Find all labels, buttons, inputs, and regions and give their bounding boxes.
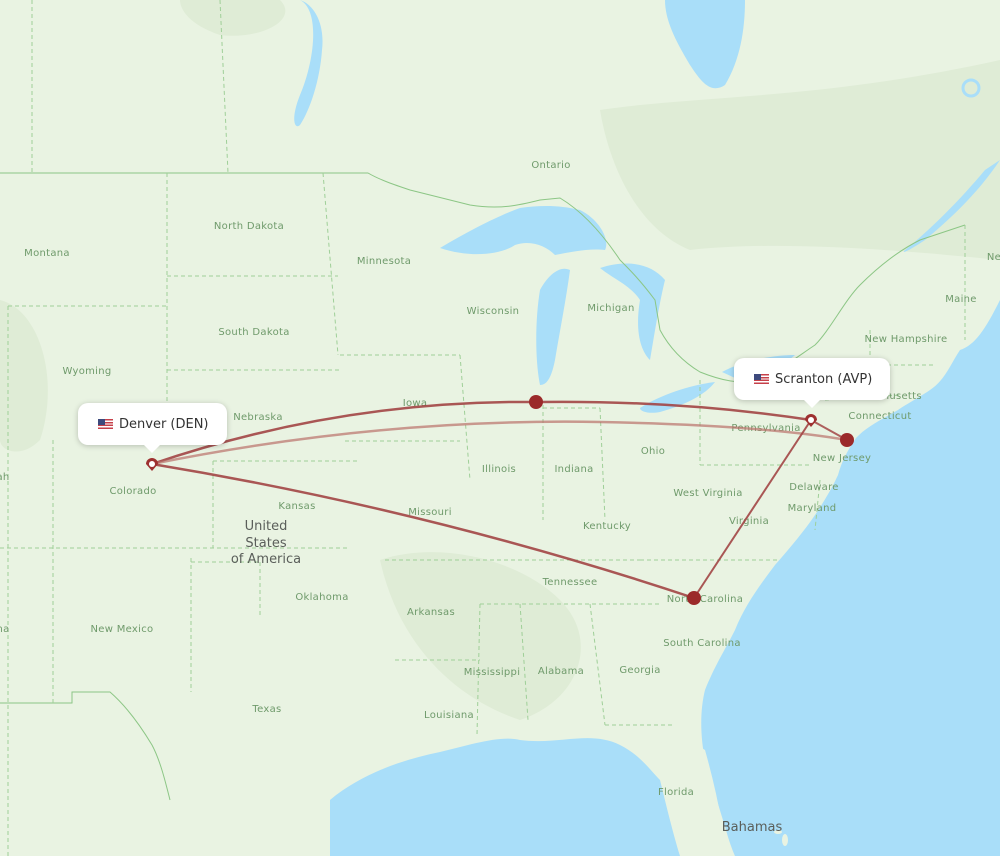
region-label-kansas: Kansas [278,501,315,512]
region-label-illinois: Illinois [482,464,516,475]
region-label-new-jersey: New Jersey [813,453,871,464]
origin-airport-label: Denver (DEN) [119,416,209,432]
region-label-louisiana: Louisiana [424,710,474,721]
region-label-wyoming: Wyoming [62,366,111,377]
region-label-wisconsin: Wisconsin [467,306,520,317]
region-label-montana: Montana [24,248,70,259]
region-label-maine: Maine [945,294,977,305]
region-label-new-hampshire: New Hampshire [865,334,948,345]
charlotte-stop-marker[interactable] [687,591,701,605]
region-label-oklahoma: Oklahoma [295,592,348,603]
region-label-indiana: Indiana [554,464,593,475]
country-label-line-1: United [245,519,288,534]
region-label-michigan: Michigan [587,303,634,314]
region-label-ontario: Ontario [531,160,570,171]
region-label-arkansas: Arkansas [407,607,455,618]
region-label-nebraska: Nebraska [233,412,283,423]
destination-airport-popup[interactable]: Scranton (AVP) [734,358,891,408]
region-label-new-mexico: New Mexico [91,624,154,635]
destination-airport-label: Scranton (AVP) [775,371,873,387]
region-label-maryland: Maryland [788,503,837,514]
newark-stop-marker[interactable] [840,433,854,447]
country-label-line-2: States [245,536,286,551]
region-label-virginia: Virginia [729,516,769,527]
chicago-stop-marker[interactable] [529,395,543,409]
region-label-minnesota: Minnesota [357,256,411,267]
region-label-texas: Texas [251,704,281,715]
region-label-west-virginia: West Virginia [673,488,742,499]
region-label-kentucky: Kentucky [583,521,631,532]
region-label-utah-partial: ah [0,472,10,483]
country-label-line-3: of America [231,552,301,567]
us-flag-icon [98,419,113,429]
region-label-delaware: Delaware [789,482,839,493]
region-label-connecticut: Connecticut [848,411,911,422]
region-label-south-carolina: South Carolina [663,638,741,649]
region-label-arizona-partial: na [0,624,10,635]
region-label-north-carolina: North Carolina [667,594,744,605]
region-label-south-dakota: South Dakota [218,327,289,338]
region-label-florida: Florida [658,787,694,798]
region-label-new-brunswick-partial: Ne [987,252,1000,263]
region-label-north-dakota: North Dakota [214,221,284,232]
region-label-tennessee: Tennessee [542,577,598,588]
region-label-ohio: Ohio [641,446,665,457]
country-label-bahamas: Bahamas [722,820,783,835]
region-label-alabama: Alabama [538,666,584,677]
region-label-georgia: Georgia [619,665,660,676]
region-label-colorado: Colorado [109,486,156,497]
region-label-mississippi: Mississippi [464,667,521,678]
origin-airport-popup[interactable]: Denver (DEN) [78,403,227,453]
us-flag-icon [754,374,769,384]
